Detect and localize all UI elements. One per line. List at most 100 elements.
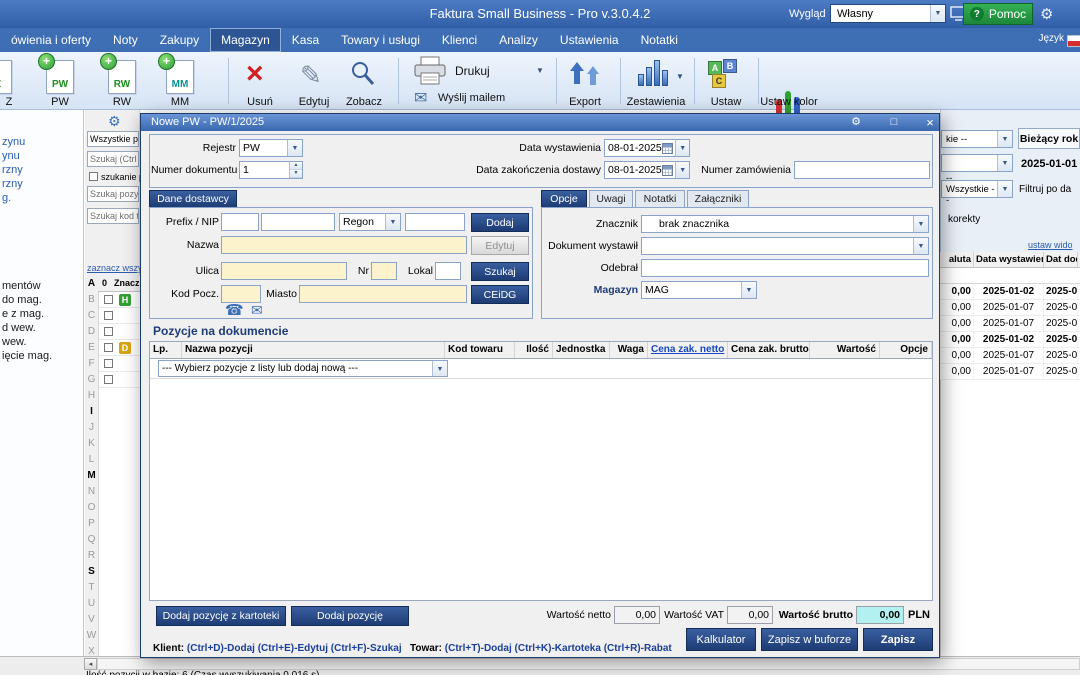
- reports-chart-icon[interactable]: [638, 60, 668, 86]
- edit-pencil-icon[interactable]: ✎: [300, 60, 322, 91]
- column-header[interactable]: Data wystawienia: [974, 252, 1044, 267]
- add-item-from-catalog-button[interactable]: Dodaj pozycję z kartoteki: [156, 606, 286, 626]
- ceidg-button[interactable]: CEiDG: [471, 285, 529, 304]
- toolbar-new-rw-button[interactable]: + RW: [108, 60, 136, 94]
- search-checkbox[interactable]: [89, 172, 98, 181]
- nav-tree-item[interactable]: ynu: [2, 150, 20, 162]
- document-row[interactable]: [99, 324, 140, 340]
- regon-number-input[interactable]: [405, 213, 465, 231]
- menu-item-magazyn[interactable]: Magazyn: [210, 28, 281, 52]
- sidebar-gear-icon[interactable]: ⚙: [108, 113, 121, 130]
- letter-index-q[interactable]: Q: [85, 532, 98, 548]
- step-up-icon[interactable]: ▲: [290, 162, 302, 170]
- menu-item-zakupy[interactable]: Zakupy: [149, 28, 210, 52]
- document-row[interactable]: [99, 372, 140, 388]
- filter-by-date-label[interactable]: Filtruj po da: [1019, 184, 1071, 195]
- marker-select[interactable]: brak znacznika ▼: [641, 215, 929, 233]
- corrections-label[interactable]: korekty: [948, 214, 980, 225]
- tab-zalaczniki[interactable]: Załączniki: [687, 190, 749, 207]
- all-filter-select[interactable]: -- Wszystkie -- ▼: [941, 180, 1013, 198]
- menu-item-ówienia-i-oferty[interactable]: ówienia i oferty: [0, 28, 102, 52]
- letter-index-w[interactable]: W: [85, 628, 98, 644]
- order-number-input[interactable]: [794, 161, 930, 179]
- chevron-down-icon[interactable]: ▼: [536, 66, 544, 75]
- letter-index-i[interactable]: I: [85, 404, 98, 420]
- row-checkbox[interactable]: [104, 375, 113, 384]
- toolbar-edit-label[interactable]: Edytuj: [292, 96, 336, 108]
- appearance-select[interactable]: Własny ▼: [830, 4, 946, 23]
- polish-flag-icon[interactable]: [1067, 35, 1080, 47]
- letter-index-l[interactable]: L: [85, 452, 98, 468]
- letter-index-j[interactable]: J: [85, 420, 98, 436]
- number-stepper[interactable]: ▲▼: [289, 162, 302, 178]
- toolbar-mm-label[interactable]: MM: [160, 96, 200, 108]
- table-row[interactable]: 0,002025-01-072025-01-0: [940, 348, 1080, 364]
- table-row[interactable]: 0,002025-01-022025-01-0: [940, 332, 1080, 348]
- scroll-left-arrow[interactable]: ◂: [84, 658, 97, 670]
- filter-row[interactable]: [940, 268, 1080, 284]
- toolbar-view-label[interactable]: Zobacz: [342, 96, 386, 108]
- nav-list-item[interactable]: do mag.: [2, 294, 42, 306]
- letter-index-s[interactable]: S: [85, 564, 98, 580]
- letter-index-o[interactable]: O: [85, 500, 98, 516]
- search-input[interactable]: Szukaj (Ctrl +F): [87, 151, 139, 167]
- horizontal-scrollbar[interactable]: [97, 658, 1080, 670]
- dialog-gear-icon[interactable]: ⚙: [845, 114, 867, 131]
- tab-uwagi[interactable]: Uwagi: [589, 190, 633, 207]
- row-checkbox[interactable]: [104, 295, 113, 304]
- add-item-button[interactable]: Dodaj pozycję: [291, 606, 409, 626]
- close-icon[interactable]: ×: [919, 114, 941, 131]
- row-checkbox[interactable]: [104, 343, 113, 352]
- table-row[interactable]: 0,002025-01-072025-01-0: [940, 316, 1080, 332]
- toolbar-set-color-label[interactable]: Ustaw kolor: [760, 96, 818, 108]
- nav-list-item[interactable]: mentów: [2, 280, 41, 292]
- calculator-button[interactable]: Kalkulator: [686, 628, 756, 651]
- row-checkbox[interactable]: [104, 311, 113, 320]
- toolbar-new-pz-button[interactable]: + Z: [0, 60, 12, 94]
- letter-index-e[interactable]: E: [85, 340, 98, 356]
- grid-col-zero[interactable]: 0: [102, 278, 107, 288]
- toolbar-delete-label[interactable]: Usuń: [240, 96, 280, 108]
- toolbar-send-mail-label[interactable]: Wyślij mailem: [438, 92, 505, 104]
- letter-index-h[interactable]: H: [85, 388, 98, 404]
- document-row[interactable]: H: [99, 292, 140, 308]
- register-select[interactable]: kie -- ▼: [941, 130, 1013, 148]
- settings-gear-icon[interactable]: ⚙: [1040, 5, 1053, 23]
- street-number-input[interactable]: [371, 262, 397, 280]
- supplier-name-input[interactable]: [221, 236, 467, 254]
- supplier-tab[interactable]: Dane dostawcy: [149, 190, 237, 207]
- nav-tree-item[interactable]: rzny: [2, 178, 23, 190]
- menu-item-ustawienia[interactable]: Ustawienia: [549, 28, 630, 52]
- help-button[interactable]: ? Pomoc: [963, 3, 1033, 25]
- table-row[interactable]: 0,002025-01-072025-01-0: [940, 364, 1080, 380]
- nip-input[interactable]: [261, 213, 335, 231]
- delete-x-icon[interactable]: ×: [246, 58, 264, 90]
- column-header[interactable]: Dat dodani: [1044, 252, 1078, 267]
- toolbar-setup-label[interactable]: Ustaw: [706, 96, 746, 108]
- nav-list-item[interactable]: wew.: [2, 336, 26, 348]
- toolbar-rw-label[interactable]: RW: [102, 96, 142, 108]
- nav-tree-item[interactable]: zynu: [2, 136, 25, 148]
- street-input[interactable]: [221, 262, 347, 280]
- table-row[interactable]: 0,002025-01-022025-01-0: [940, 284, 1080, 300]
- save-button[interactable]: Zapisz: [863, 628, 933, 651]
- tab-opcje[interactable]: Opcje: [541, 190, 587, 207]
- issue-date-picker[interactable]: 08-01-2025 ▼: [604, 139, 690, 157]
- document-row[interactable]: D: [99, 340, 140, 356]
- grid-col-znacznik[interactable]: Znacz: [114, 278, 140, 288]
- toolbar-new-mm-button[interactable]: + MM: [166, 60, 194, 94]
- dialog-titlebar[interactable]: Nowe PW - PW/1/2025: [141, 114, 939, 131]
- fields-select[interactable]: Wszystkie pola: [87, 131, 139, 147]
- letter-index-m[interactable]: M: [85, 468, 98, 484]
- add-supplier-button[interactable]: Dodaj: [471, 213, 529, 232]
- maximize-icon[interactable]: □: [883, 114, 905, 131]
- mail-envelope-icon[interactable]: ✉: [414, 88, 427, 108]
- letter-index-u[interactable]: U: [85, 596, 98, 612]
- menu-item-towary-i-usługi[interactable]: Towary i usługi: [330, 28, 431, 52]
- set-view-link[interactable]: ustaw wido: [1028, 240, 1073, 250]
- nav-tree-item[interactable]: g.: [2, 192, 11, 204]
- mail-envelope-icon[interactable]: ✉: [251, 302, 263, 319]
- regon-select[interactable]: Regon ▼: [339, 213, 401, 231]
- letter-index-p[interactable]: P: [85, 516, 98, 532]
- edit-supplier-button[interactable]: Edytuj: [471, 236, 529, 255]
